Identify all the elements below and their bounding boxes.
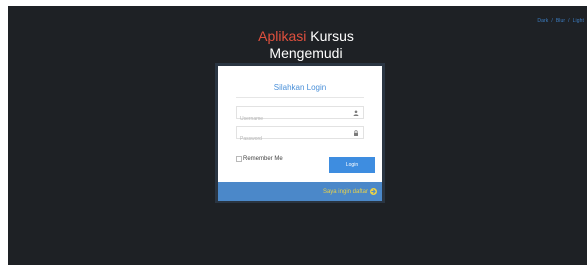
login-heading: Silahkan Login — [273, 83, 327, 92]
app-screen: Dark / Blur / Light Aplikasi Kursus Mengemud… — [8, 6, 587, 265]
theme-option-light[interactable]: Light — [573, 18, 584, 24]
login-panel: Silahkan Login Remember Me — [215, 63, 385, 203]
user-icon — [353, 110, 359, 116]
remember-me[interactable]: Remember Me — [236, 156, 283, 162]
page-margin — [8, 265, 587, 272]
lock-icon — [354, 130, 358, 136]
theme-separator: / — [568, 18, 570, 24]
theme-option-blur[interactable]: Blur — [556, 18, 565, 24]
app-title-accent: Aplikasi — [258, 28, 307, 44]
remember-me-label: Remember Me — [243, 156, 283, 162]
arrow-right-icon — [370, 188, 377, 195]
login-form: Silahkan Login Remember Me — [218, 66, 382, 182]
password-input[interactable] — [237, 133, 350, 145]
username-field — [236, 106, 364, 125]
theme-separator: / — [551, 18, 553, 24]
register-link[interactable]: Saya ingin daftar — [323, 188, 377, 195]
login-footer: Saya ingin daftar — [218, 182, 382, 201]
app-title-word: Kursus — [310, 28, 354, 44]
remember-me-checkbox[interactable] — [236, 156, 242, 162]
login-button[interactable]: Login — [329, 157, 375, 173]
heading-divider — [236, 97, 364, 98]
username-input[interactable] — [237, 113, 350, 125]
app-title-line2: Mengemudi — [269, 45, 343, 61]
app-title: Aplikasi Kursus Mengemudi — [231, 28, 381, 62]
theme-switcher: Dark / Blur / Light — [537, 18, 584, 24]
password-field — [236, 126, 364, 145]
register-link-label: Saya ingin daftar — [322, 188, 368, 195]
theme-option-dark[interactable]: Dark — [537, 18, 548, 24]
